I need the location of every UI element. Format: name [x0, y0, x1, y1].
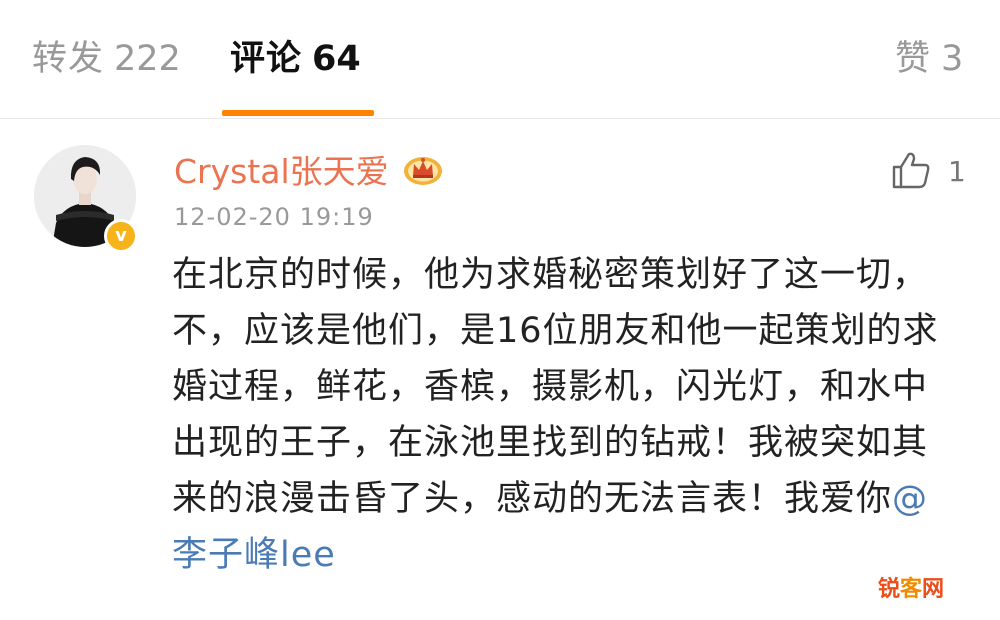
- username[interactable]: Crystal张天爱: [174, 145, 389, 193]
- tab-repost-label: 转发: [32, 39, 105, 79]
- watermark: 锐客网: [878, 577, 945, 602]
- comment-text-body: 在北京的时候，他为求婚秘密策划好了这一切，不，应该是他们，是16位朋友和他一起策…: [172, 255, 939, 519]
- tab-comment-count: 64: [312, 39, 361, 79]
- tab-repost-count: 222: [114, 39, 181, 79]
- comment-text: 在北京的时候，他为求婚秘密策划好了这一切，不，应该是他们，是16位朋友和他一起策…: [172, 247, 952, 583]
- comment-timestamp: 12-02-20 19:19: [174, 203, 374, 231]
- crown-icon: [404, 157, 442, 185]
- tab-like-count: 3: [941, 39, 964, 79]
- like-count: 1: [948, 155, 966, 188]
- tab-like[interactable]: 赞3: [895, 34, 963, 84]
- active-tab-indicator: [222, 110, 374, 116]
- tab-comment-label: 评论: [230, 39, 303, 79]
- tab-bar: 转发 222 评论 64 赞3: [0, 0, 1000, 119]
- tab-like-label: 赞: [895, 39, 932, 79]
- verified-badge-icon: v: [104, 219, 138, 253]
- comment-item: v Crystal张天爱 12-02-20 19:19 1 在北京的时候，他为求…: [0, 119, 1000, 620]
- like-button[interactable]: 1: [890, 149, 980, 193]
- tab-repost[interactable]: 转发 222: [32, 34, 181, 84]
- thumb-up-icon: [892, 152, 930, 189]
- tab-comment[interactable]: 评论 64: [230, 34, 361, 84]
